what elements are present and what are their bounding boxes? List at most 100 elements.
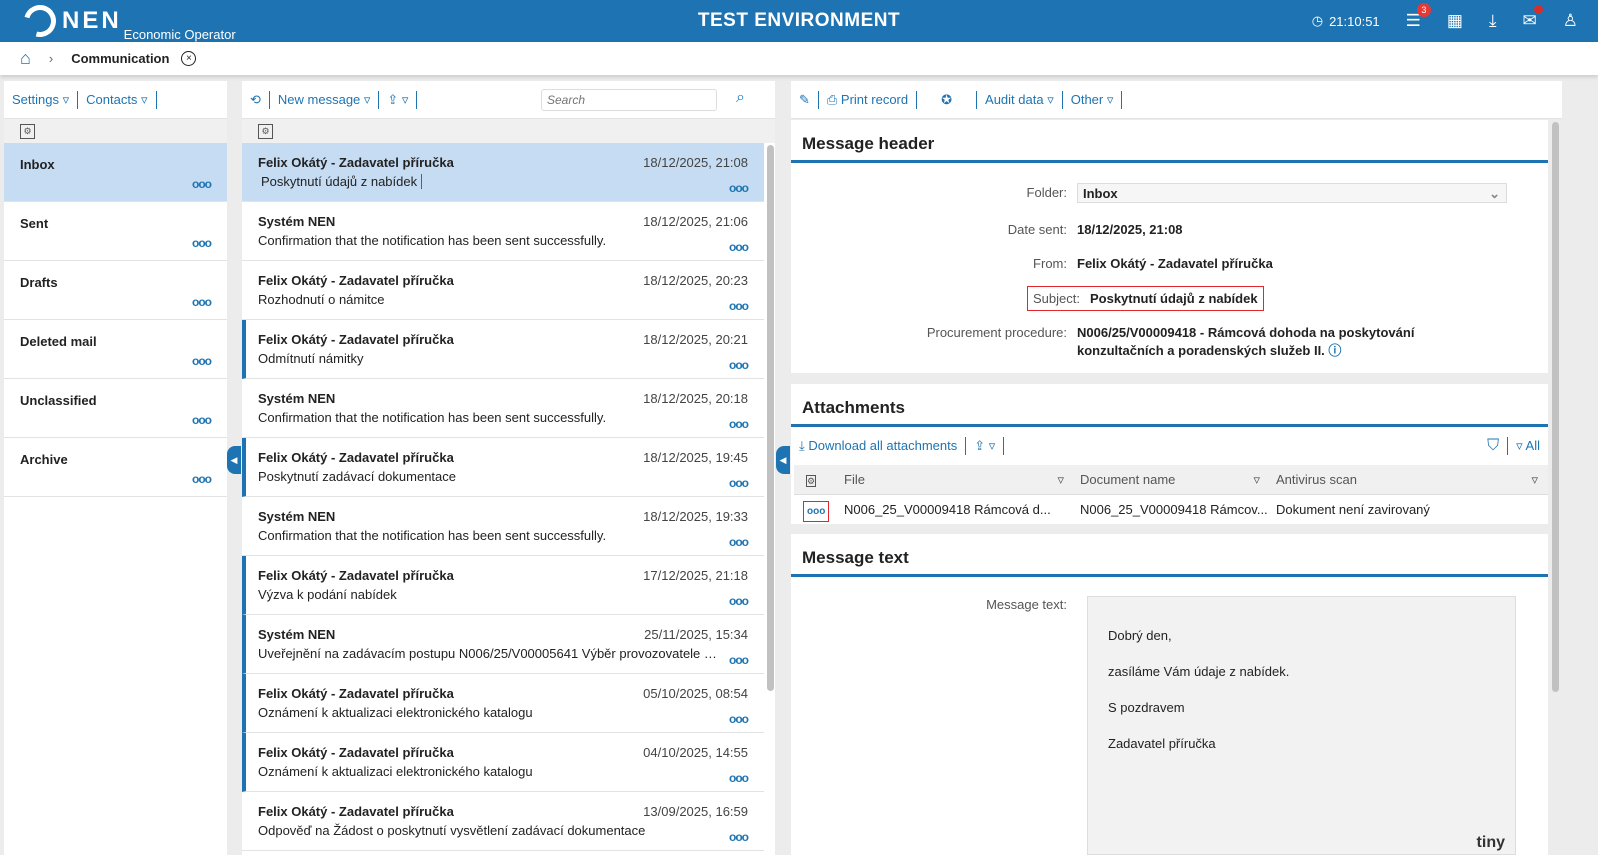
message-subject: Rozhodnutí o námitce: [258, 292, 385, 307]
column-antivirus[interactable]: Antivirus scan ▿: [1268, 472, 1546, 487]
attachments-section: Attachments ⤓ Download all attachments ⇪…: [791, 384, 1548, 524]
search-icon[interactable]: ⌕: [736, 89, 745, 107]
folder-item[interactable]: Inbox ooo: [4, 143, 227, 202]
message-date: 18/12/2025, 20:23: [643, 273, 748, 288]
edit-icon[interactable]: ✎: [799, 92, 810, 108]
message-subject: Výzva k podání nabídek: [258, 587, 397, 602]
column-settings-icon[interactable]: ⚙: [20, 123, 35, 139]
message-date: 05/10/2025, 08:54: [643, 686, 748, 701]
message-item[interactable]: Felix Okátý - Zadavatel příručka 05/10/20…: [242, 674, 764, 733]
column-document-name[interactable]: Document name ▿: [1072, 472, 1268, 487]
more-icon[interactable]: ooo: [729, 535, 749, 549]
message-item[interactable]: Systém NEN 18/12/2025, 20:18 Confirmation …: [242, 379, 764, 438]
home-icon[interactable]: ⌂: [20, 48, 31, 69]
message-text-editor[interactable]: Dobrý den, zasíláme Vám údaje z nabídek. S…: [1087, 596, 1516, 855]
more-icon[interactable]: ooo: [192, 295, 212, 309]
menu-icon[interactable]: ☰ 3: [1406, 3, 1431, 31]
message-item[interactable]: Felix Okátý - Zadavatel příručka 04/10/20…: [242, 733, 764, 792]
message-date: 18/12/2025, 20:18: [643, 391, 748, 406]
search-input[interactable]: [541, 89, 717, 111]
subject-value: Poskytnutí údajů z nabídek: [1089, 291, 1258, 306]
message-subject: Oznámení k aktualizaci elektronického ka…: [258, 705, 533, 720]
message-date: 18/12/2025, 19:45: [643, 450, 748, 465]
attachment-row[interactable]: ooo N006_25_V00009418 Rámcová d... N006_…: [794, 495, 1548, 523]
folder-item[interactable]: Sent ooo: [4, 202, 227, 261]
more-icon[interactable]: ooo: [729, 358, 749, 372]
more-icon[interactable]: ooo: [729, 299, 749, 313]
export-icon[interactable]: ⇪ ▿: [387, 92, 408, 108]
more-icon[interactable]: ooo: [192, 354, 212, 368]
mail-icon[interactable]: ✉: [1523, 5, 1543, 31]
print-record-button[interactable]: Print record: [841, 92, 908, 107]
message-item[interactable]: Felix Okátý - Zadavatel příručka 13/09/20…: [242, 792, 764, 851]
detail-scrollbar[interactable]: [1552, 122, 1559, 692]
message-item[interactable]: Felix Okátý - Zadavatel příručka 17/12/20…: [242, 556, 764, 615]
procedure-link[interactable]: N006/25/V00009418 - Rámcová dohoda na po…: [1077, 325, 1497, 359]
message-item[interactable]: Systém NEN 25/11/2025, 15:34 Uveřejnění na…: [242, 615, 764, 674]
print-icon[interactable]: ⎙: [827, 92, 841, 108]
column-settings-icon[interactable]: ⚙: [806, 475, 817, 487]
folder-label: Unclassified: [20, 393, 97, 408]
calendar-icon[interactable]: ▦: [1447, 11, 1463, 31]
more-icon[interactable]: ooo: [729, 476, 749, 490]
folder-item[interactable]: Deleted mail ooo: [4, 320, 227, 379]
new-message-button[interactable]: New message: [278, 92, 360, 107]
more-icon[interactable]: ooo: [729, 417, 749, 431]
contacts-menu[interactable]: Contacts: [86, 92, 137, 107]
more-icon[interactable]: ooo: [192, 472, 212, 486]
all-filter[interactable]: ▿ All: [1516, 438, 1540, 454]
more-icon[interactable]: ooo: [729, 653, 749, 667]
folder-item[interactable]: Unclassified ooo: [4, 379, 227, 438]
other-menu[interactable]: Other: [1071, 92, 1104, 107]
top-bar: NEN Economic Operator TEST ENVIRONMENT ◷ 2…: [0, 0, 1598, 43]
more-icon[interactable]: ooo: [192, 413, 212, 427]
column-settings-icon[interactable]: ⚙: [258, 123, 273, 139]
more-icon[interactable]: ooo: [729, 830, 749, 844]
more-icon[interactable]: ooo: [729, 240, 749, 254]
breadcrumb: ⌂ › Communication ×: [0, 42, 1598, 75]
message-date: 18/12/2025, 19:33: [643, 509, 748, 524]
settings-menu[interactable]: Settings: [12, 92, 59, 107]
folder-item[interactable]: Archive ooo: [4, 438, 227, 497]
message-item[interactable]: Felix Okátý - Zadavatel příručka 18/12/20…: [242, 261, 764, 320]
message-subject: Confirmation that the notification has b…: [258, 233, 607, 248]
message-item[interactable]: Felix Okátý - Zadavatel příručka 18/12/20…: [242, 143, 764, 202]
filter-icon[interactable]: ⛉: [1487, 437, 1499, 455]
message-date: 04/10/2025, 14:55: [643, 745, 748, 760]
folders-panel: Settings ▿ Contacts ▿ ⚙ Inbox ooo Sent ooo D…: [4, 81, 227, 855]
notification-badge: 3: [1416, 3, 1431, 17]
collapse-folders-button[interactable]: ◀: [227, 446, 241, 474]
certificate-icon[interactable]: ✪: [941, 92, 952, 108]
more-icon[interactable]: ooo: [729, 771, 749, 785]
download-all-button[interactable]: ⤓ Download all attachments: [799, 438, 957, 454]
message-item[interactable]: Systém NEN 18/12/2025, 19:33 Confirmation …: [242, 497, 764, 556]
messages-panel: ⟲ New message ▿ ⇪ ▿ ⌕ ⚙ Felix Okátý - Za…: [242, 81, 775, 855]
audit-data-menu[interactable]: Audit data: [985, 92, 1044, 107]
message-item[interactable]: Systém NEN 18/12/2025, 21:06 Confirmation …: [242, 202, 764, 261]
message-subject: Poskytnutí zadávací dokumentace: [258, 469, 457, 484]
collapse-messages-button[interactable]: ◀: [776, 446, 790, 474]
message-date: 25/11/2025, 15:34: [644, 627, 748, 642]
close-tab-icon[interactable]: ×: [181, 51, 197, 66]
more-icon[interactable]: ooo: [192, 177, 212, 191]
messages-scrollbar[interactable]: [767, 145, 774, 691]
folder-item[interactable]: Drafts ooo: [4, 261, 227, 320]
column-file[interactable]: File ▿: [836, 472, 1072, 487]
folder-label: Archive: [20, 452, 68, 467]
message-item[interactable]: Felix Okátý - Zadavatel příručka 18/12/20…: [242, 438, 764, 497]
message-item[interactable]: Felix Okátý - Zadavatel příručka 18/12/20…: [242, 320, 764, 379]
more-icon[interactable]: ooo: [729, 181, 749, 195]
export-icon[interactable]: ⇪ ▿: [974, 438, 995, 454]
message-subject: Oznámení k aktualizaci elektronického ka…: [258, 764, 533, 779]
message-date: 17/12/2025, 21:18: [643, 568, 748, 583]
user-icon[interactable]: ♙: [1563, 11, 1578, 31]
more-icon[interactable]: ooo: [192, 236, 212, 250]
more-icon[interactable]: ooo: [729, 594, 749, 608]
folder-select[interactable]: Inbox ⌄: [1077, 183, 1507, 203]
more-icon[interactable]: ooo: [729, 712, 749, 726]
message-date: 13/09/2025, 16:59: [643, 804, 748, 819]
message-subject: Confirmation that the notification has b…: [258, 410, 607, 425]
refresh-icon[interactable]: ⟲: [250, 92, 261, 108]
row-actions-icon[interactable]: ooo: [803, 500, 830, 522]
download-icon[interactable]: ⤓: [1489, 11, 1497, 31]
